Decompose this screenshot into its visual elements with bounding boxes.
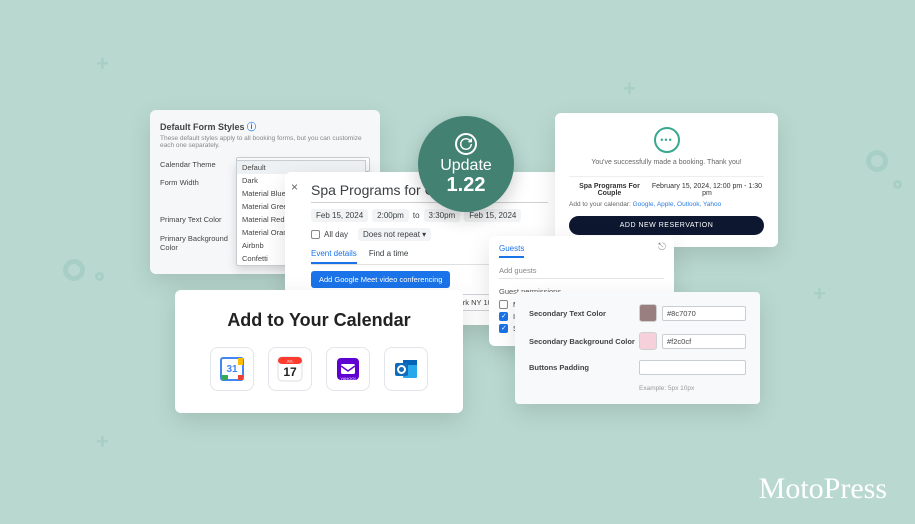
- svg-text:JUL: JUL: [286, 359, 294, 364]
- perm-modify-checkbox[interactable]: [499, 300, 508, 309]
- outlook-calendar-icon[interactable]: [384, 347, 428, 391]
- bp-input[interactable]: [639, 360, 746, 375]
- color-settings-panel: Secondary Text Color #8c7070 Secondary B…: [515, 292, 760, 404]
- sbc-label: Secondary Background Color: [529, 337, 639, 346]
- event-time-start[interactable]: 2:00pm: [372, 209, 409, 222]
- update-badge: Update 1.22: [418, 116, 514, 212]
- theme-label: Calendar Theme: [160, 160, 236, 169]
- brand-logo: MotoPress: [759, 472, 887, 506]
- booking-confirmation-panel: ••• You've successfully made a booking. …: [555, 113, 778, 247]
- decoration-plus: +: [623, 78, 636, 100]
- sbc-input[interactable]: #f2c0cf: [662, 334, 746, 349]
- event-date-start[interactable]: Feb 15, 2024: [311, 209, 368, 222]
- repeat-select[interactable]: Does not repeat ▾: [358, 228, 431, 241]
- badge-line2: 1.22: [447, 175, 486, 195]
- add-to-calendar-line: Add to your calendar: Google, Apple, Out…: [569, 201, 764, 208]
- width-label: Form Width: [160, 178, 236, 187]
- add-guests-input[interactable]: Add guests: [499, 263, 664, 279]
- pbc-label: Primary Background Color: [160, 234, 236, 252]
- add-to-calendar-panel: Add to Your Calendar 31 JUL17 YAHOO!: [175, 290, 463, 413]
- stc-label: Secondary Text Color: [529, 309, 639, 318]
- google-calendar-icon[interactable]: 31: [210, 347, 254, 391]
- tab-guests[interactable]: Guests: [499, 244, 524, 258]
- calendar-links[interactable]: Google, Apple, Outlook, Yahoo: [633, 201, 722, 208]
- form-styles-heading: Default Form Styles ⓘ: [160, 120, 370, 133]
- yahoo-calendar-icon[interactable]: YAHOO!: [326, 347, 370, 391]
- ptc-label: Primary Text Color: [160, 215, 236, 224]
- location-pin-icon: ⎋: [658, 242, 666, 253]
- bp-example: Example: 5px 10px: [639, 385, 746, 392]
- decoration-plus: +: [96, 431, 109, 453]
- svg-text:17: 17: [283, 365, 297, 379]
- svg-text:YAHOO!: YAHOO!: [340, 376, 355, 381]
- sbc-swatch[interactable]: [639, 332, 657, 350]
- success-message: You've successfully made a booking. Than…: [569, 159, 764, 166]
- perm-invite-checkbox[interactable]: [499, 312, 508, 321]
- decoration-plus: +: [813, 283, 826, 305]
- booking-datetime: February 15, 2024, 12:00 pm - 1:30 pm: [650, 183, 764, 197]
- decoration-circle: [893, 180, 902, 189]
- svg-text:31: 31: [226, 364, 238, 375]
- allday-checkbox[interactable]: [311, 230, 320, 239]
- perm-see-checkbox[interactable]: [499, 324, 508, 333]
- add-to-calendar-heading: Add to Your Calendar: [199, 310, 439, 331]
- decoration-plus: +: [96, 53, 109, 75]
- booking-name: Spa Programs For Couple: [569, 183, 650, 197]
- allday-label: All day: [324, 230, 348, 239]
- bp-label: Buttons Padding: [529, 363, 639, 372]
- tab-event-details[interactable]: Event details: [311, 249, 357, 264]
- apple-calendar-icon[interactable]: JUL17: [268, 347, 312, 391]
- close-icon[interactable]: ×: [291, 180, 298, 194]
- decoration-circle: [95, 272, 104, 281]
- add-meet-button[interactable]: Add Google Meet video conferencing: [311, 271, 450, 288]
- stc-input[interactable]: #8c7070: [662, 306, 746, 321]
- form-styles-sub: These default styles apply to all bookin…: [160, 135, 370, 149]
- decoration-circle: [866, 150, 888, 172]
- badge-line1: Update: [440, 157, 492, 175]
- chat-bubble-icon: •••: [654, 127, 680, 153]
- event-time-end[interactable]: 3:30pm: [424, 209, 461, 222]
- add-new-reservation-button[interactable]: ADD NEW RESERVATION: [569, 216, 764, 235]
- stc-swatch[interactable]: [639, 304, 657, 322]
- decoration-circle: [63, 259, 85, 281]
- refresh-icon: [455, 133, 477, 155]
- tab-find-time[interactable]: Find a time: [369, 249, 409, 264]
